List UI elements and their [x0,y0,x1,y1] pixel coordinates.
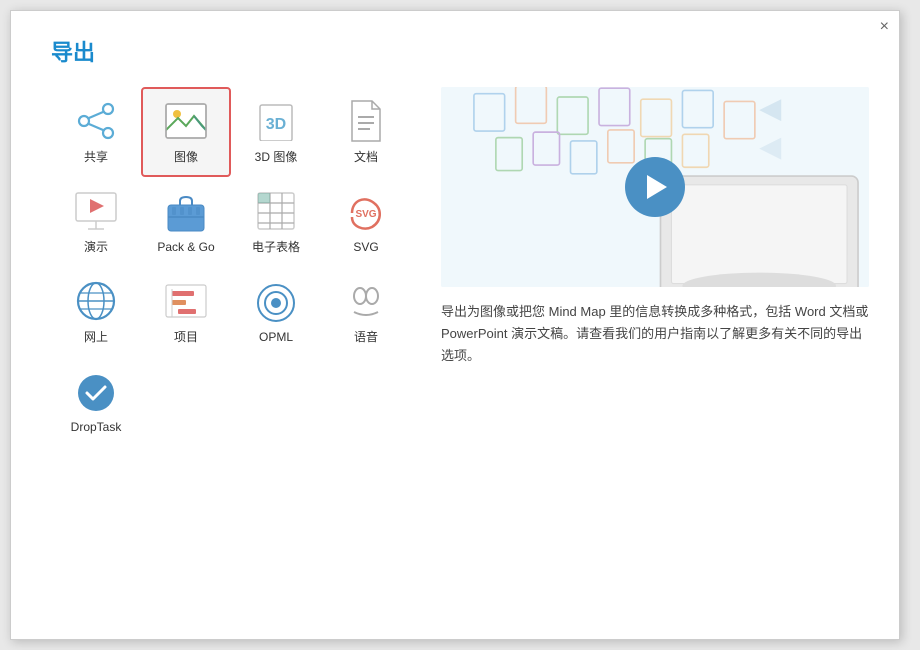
share-label: 共享 [84,148,108,165]
export-share[interactable]: 共享 [51,87,141,177]
preview-image [441,87,869,287]
project-icon [164,279,208,323]
export-image[interactable]: 图像 [141,87,231,177]
opml-icon [254,281,298,325]
droptask-label: DropTask [71,420,122,434]
export-project[interactable]: 项目 [141,267,231,357]
table-label: 电子表格 [252,238,300,255]
present-icon [74,189,118,233]
export-web[interactable]: 网上 [51,267,141,357]
export-present[interactable]: 演示 [51,177,141,267]
audio-icon [344,279,388,323]
export-doc[interactable]: 文档 [321,87,411,177]
export-svg[interactable]: SVG SVG [321,177,411,267]
image-label: 图像 [174,148,198,165]
preview-description: 导出为图像或把您 Mind Map 里的信息转换成多种格式，包括 Word 文档… [441,301,869,367]
pack-label: Pack & Go [157,240,214,254]
svg-label: SVG [353,240,378,254]
play-button[interactable] [625,157,685,217]
share-icon [74,99,118,143]
dialog-body: 共享 图像 [11,87,899,467]
present-label: 演示 [84,238,108,255]
svg-icon: SVG [344,191,388,235]
export-table[interactable]: 电子表格 [231,177,321,267]
export-audio[interactable]: 语音 [321,267,411,357]
close-button[interactable]: × [880,19,889,35]
image-icon [164,99,208,143]
table-icon [254,189,298,233]
export-3d[interactable]: 3D 3D 图像 [231,87,321,177]
web-label: 网上 [84,328,108,345]
threed-icon: 3D [254,99,298,143]
pack-icon [164,191,208,235]
export-dialog: × 导出 共享 [10,10,900,640]
web-icon [74,279,118,323]
doc-icon [344,99,388,143]
svg-text:3D: 3D [266,116,286,133]
dialog-title: 导出 [11,11,899,87]
export-icons-grid: 共享 图像 [51,87,411,447]
svg-text:SVG: SVG [355,209,376,220]
export-opml[interactable]: OPML [231,267,321,357]
threed-label: 3D 图像 [255,148,298,165]
opml-label: OPML [259,330,293,344]
export-pack[interactable]: Pack & Go [141,177,231,267]
preview-panel: 导出为图像或把您 Mind Map 里的信息转换成多种格式，包括 Word 文档… [441,87,869,447]
project-label: 项目 [174,328,198,345]
doc-label: 文档 [354,148,378,165]
audio-label: 语音 [354,328,378,345]
export-droptask[interactable]: DropTask [51,357,141,447]
droptask-icon [74,371,118,415]
